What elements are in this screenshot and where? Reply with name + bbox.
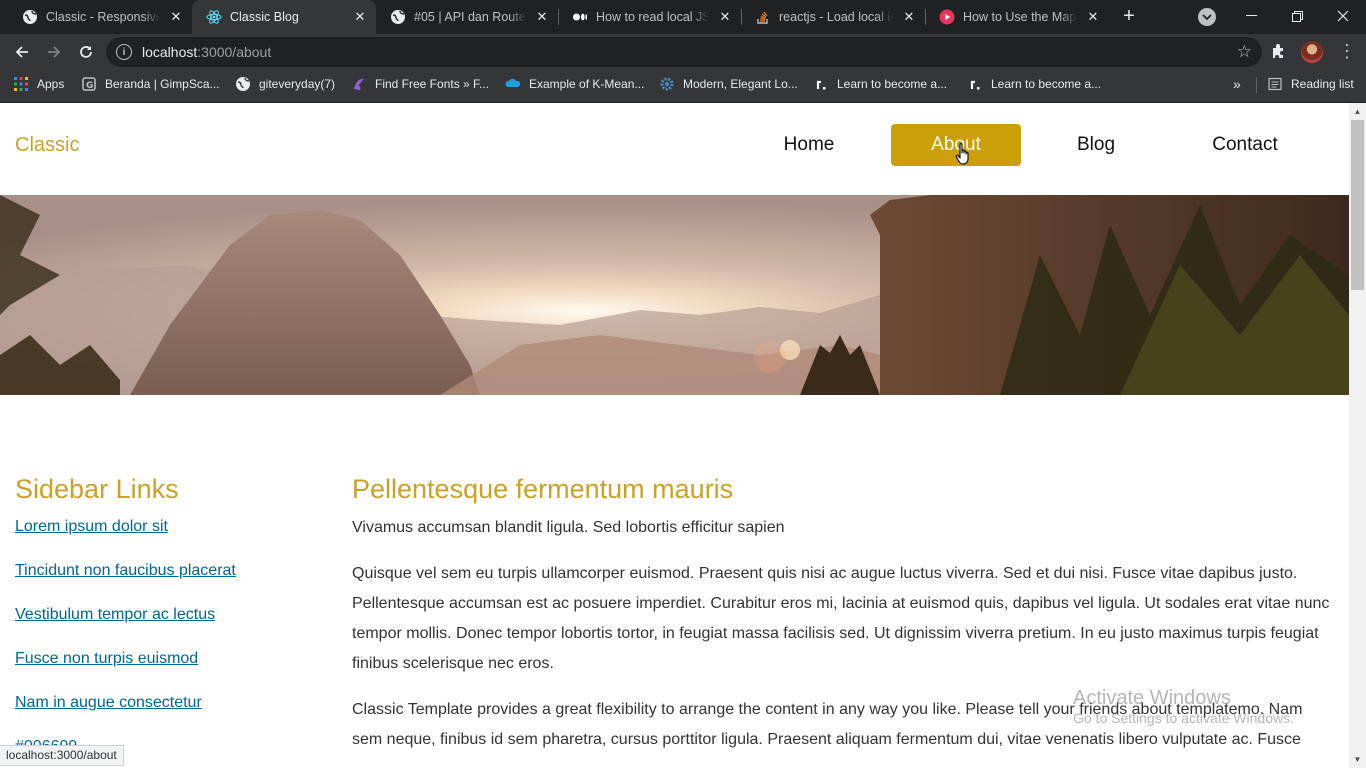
sidebar-link[interactable]: Fusce non turpis euismod [15,649,315,669]
close-tab-icon[interactable]: ✕ [899,7,919,27]
tab-title: Classic - Responsive Blog [46,10,160,24]
sidebar-link[interactable]: Vestibulum tempor ac lectus [15,605,315,625]
tab-search-icon[interactable] [1198,8,1216,26]
tab-api-router[interactable]: #05 | API dan Router di React ✕ [376,0,558,34]
close-tab-icon[interactable]: ✕ [532,7,552,27]
page-scrollbar[interactable]: ▲ ▼ [1349,103,1366,768]
page-viewport: Classic Home About Blog Contact Sidebar … [0,103,1349,768]
bookmark-label: Apps [37,77,65,91]
bookmarks-bar: Apps G Beranda | GimpSca... giteveryday(… [0,70,1366,103]
browser-toolbar: i localhost:3000/about ☆ ⋮ [0,34,1366,70]
url-text: localhost:3000/about [142,44,272,60]
nav-blog[interactable]: Blog [1031,124,1161,166]
hero-banner-image [0,195,1349,395]
windows-activation-watermark: Activate Windows Go to Settings to activ… [1073,686,1294,726]
tab-classic-blog[interactable]: Classic Blog ✕ [192,0,376,34]
extensions-puzzle-icon[interactable] [1270,42,1288,65]
bookmark-k-means[interactable]: Example of K-Mean... [505,70,644,98]
minimize-icon[interactable] [1228,0,1274,32]
roadmap-icon [967,76,983,92]
bookmark-label: Learn to become a... [991,77,1102,91]
watermark-line-2: Go to Settings to activate Windows. [1073,710,1294,726]
scroll-down-arrow-icon[interactable]: ▼ [1349,751,1366,768]
bookmark-label: giteveryday(7) [259,77,336,91]
hand-cursor-icon [955,142,973,171]
close-tab-icon[interactable]: ✕ [1083,7,1103,27]
close-tab-icon[interactable]: ✕ [715,7,735,27]
nav-home[interactable]: Home [744,124,874,166]
gear-icon [659,76,675,92]
bookmark-divider [1256,77,1257,93]
sidebar-link[interactable]: Nam in augue consectetur [15,693,315,713]
roadmap-icon [813,76,829,92]
font-icon [351,76,367,92]
tab-title: reactjs - Load local images [779,10,893,24]
bookmark-label: Find Free Fonts » F... [375,77,490,91]
tab-read-local-json[interactable]: How to read local JSON ✕ [558,0,741,34]
apps-grid-icon [13,76,29,92]
reading-list-icon [1267,76,1283,92]
globe-icon [22,9,38,25]
article-subtitle: Vivamus accumsan blandit ligula. Sed lob… [352,519,785,536]
site-info-icon[interactable]: i [116,44,132,60]
new-tab-icon[interactable]: + [1117,5,1141,29]
address-bar[interactable]: i localhost:3000/about ☆ [106,37,1262,67]
cloud-icon [505,76,521,92]
tab-map-function[interactable]: How to Use the Map() Function ✕ [925,0,1109,34]
reload-icon[interactable] [74,40,98,64]
stackoverflow-icon [755,9,771,25]
tab-title: Classic Blog [230,10,299,24]
forward-icon[interactable] [42,40,66,64]
bookmark-label: Beranda | GimpSca... [105,77,220,91]
sidebar: Sidebar Links Lorem ipsum dolor sit Tinc… [15,473,315,757]
site-header: Classic Home About Blog Contact [0,103,1349,195]
article-paragraph: Quisque vel sem eu turpis ullamcorper eu… [352,565,1330,672]
bookmark-learn-1[interactable]: Learn to become a... [813,70,947,98]
svg-text:G: G [86,81,93,91]
site-logo[interactable]: Classic [15,134,79,157]
restore-icon[interactable] [1274,0,1320,32]
tab-strip: Classic - Responsive Blog ✕ Classic Blog… [0,0,1366,34]
tab-title: How to read local JSON [596,10,709,24]
bookmark-learn-2[interactable]: Learn to become a... [967,70,1101,98]
sidebar-link[interactable]: Tincidunt non faucibus placerat [15,561,315,581]
chevron-double-right-icon[interactable]: » [1233,76,1241,92]
bookmark-label: Example of K-Mean... [529,77,645,91]
status-bar-url: localhost:3000/about [0,745,124,766]
tab-reactjs-load-images[interactable]: reactjs - Load local images ✕ [741,0,925,34]
bookmark-label: Modern, Elegant Lo... [683,77,798,91]
reading-list-label: Reading list [1291,77,1354,91]
globe-icon [235,76,251,92]
menu-kebab-icon[interactable]: ⋮ [1338,42,1356,60]
bookmark-giteveryday[interactable]: giteveryday(7) [235,70,335,98]
bookmark-star-icon[interactable]: ☆ [1237,42,1252,62]
scroll-up-arrow-icon[interactable]: ▲ [1349,103,1366,120]
close-tab-icon[interactable]: ✕ [350,7,370,27]
react-icon [206,9,222,25]
bookmark-modern-elegant[interactable]: Modern, Elegant Lo... [659,70,798,98]
tab-classic-responsive[interactable]: Classic - Responsive Blog ✕ [8,0,192,34]
sidebar-link[interactable]: Lorem ipsum dolor sit [15,517,315,537]
scrollbar-thumb[interactable] [1351,120,1364,290]
document-icon: G [81,76,97,92]
close-window-icon[interactable] [1320,0,1366,32]
watermark-line-1: Activate Windows [1073,687,1231,709]
reading-list-button[interactable]: Reading list [1267,70,1354,98]
medium-icon [572,9,588,25]
globe-icon [390,9,406,25]
back-icon[interactable] [10,40,34,64]
bookmark-gimpsca[interactable]: G Beranda | GimpSca... [81,70,220,98]
bookmark-apps[interactable]: Apps [13,70,64,98]
close-tab-icon[interactable]: ✕ [166,7,186,27]
bookmark-free-fonts[interactable]: Find Free Fonts » F... [351,70,489,98]
tab-title: How to Use the Map() Function [963,10,1077,24]
bookmark-label: Learn to become a... [837,77,948,91]
sidebar-title: Sidebar Links [15,474,179,504]
nav-contact[interactable]: Contact [1180,124,1310,166]
play-icon [939,9,955,25]
tab-title: #05 | API dan Router di React [414,10,526,24]
article-title: Pellentesque fermentum mauris [352,474,734,504]
profile-avatar[interactable] [1301,41,1323,63]
